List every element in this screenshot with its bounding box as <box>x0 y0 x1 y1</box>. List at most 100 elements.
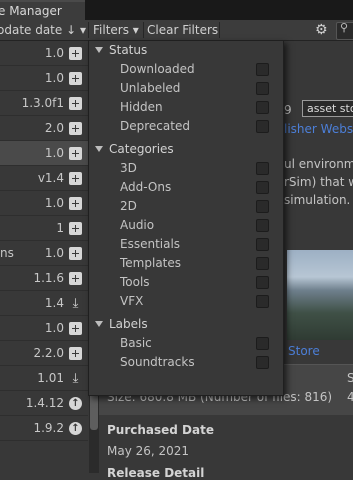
toolbar: odate date ↓ ▾ Filters ▾ Clear Filters ⚙… <box>0 20 353 41</box>
filter-option[interactable]: Essentials <box>89 235 283 254</box>
toolbar-separator <box>219 22 220 38</box>
add-package-icon[interactable] <box>69 147 82 160</box>
package-row[interactable]: 1.0 <box>0 316 88 341</box>
download-icon[interactable]: ⤓ <box>69 372 82 385</box>
filter-option[interactable]: Deprecated <box>89 117 283 136</box>
filter-checkbox[interactable] <box>256 356 269 369</box>
filter-section-status[interactable]: Status <box>89 41 283 60</box>
filter-option[interactable]: VFX <box>89 292 283 311</box>
filter-option[interactable]: Audio <box>89 216 283 235</box>
add-package-icon[interactable] <box>69 197 82 210</box>
filter-checkbox[interactable] <box>256 82 269 95</box>
add-package-icon[interactable] <box>69 97 82 110</box>
package-row[interactable]: 1 <box>0 216 88 241</box>
filter-option-label: Hidden <box>120 100 163 114</box>
add-package-icon[interactable] <box>69 247 82 260</box>
filter-option-label: Templates <box>120 256 182 270</box>
window-tab-title: e Manager <box>0 4 62 18</box>
expand-arrow-icon[interactable] <box>95 321 103 327</box>
filter-option-label: VFX <box>120 294 144 308</box>
package-version: 1.1.6 <box>33 271 64 285</box>
purchased-date-value: May 26, 2021 <box>107 444 190 458</box>
window-tab[interactable]: e Manager <box>0 0 85 20</box>
filter-option[interactable]: Basic <box>89 334 283 353</box>
filter-option[interactable]: Tools <box>89 273 283 292</box>
package-screenshot[interactable] <box>287 250 353 340</box>
package-row[interactable]: 1.1.6 <box>0 266 88 291</box>
sort-dropdown[interactable]: odate date ↓ ▾ <box>0 20 86 40</box>
filter-option-label: Tools <box>120 275 150 289</box>
asset-store-button[interactable]: asset sto <box>302 100 353 117</box>
filter-option[interactable]: 3D <box>89 159 283 178</box>
add-package-icon[interactable] <box>69 222 82 235</box>
view-in-store-link[interactable]: Store <box>288 344 320 358</box>
package-row[interactable]: 1.4.12 ↑ <box>0 391 88 416</box>
filter-checkbox[interactable] <box>256 101 269 114</box>
filter-option[interactable]: Soundtracks <box>89 353 283 372</box>
filter-checkbox[interactable] <box>256 181 269 194</box>
description-line: simulation. <box>284 193 351 207</box>
update-available-icon[interactable]: ↑ <box>69 397 82 410</box>
add-package-icon[interactable] <box>69 72 82 85</box>
package-row[interactable]: v1.4 <box>0 166 88 191</box>
package-version: 1 <box>56 221 64 235</box>
toolbar-separator <box>143 22 144 38</box>
package-row[interactable]: 1.0 <box>0 141 88 166</box>
filter-option[interactable]: 2D <box>89 197 283 216</box>
add-package-icon[interactable] <box>69 172 82 185</box>
package-row[interactable]: 1.0 <box>0 41 88 66</box>
filter-checkbox[interactable] <box>256 200 269 213</box>
add-package-icon[interactable] <box>69 347 82 360</box>
package-name: ns <box>0 246 14 260</box>
filter-option-label: Audio <box>120 218 155 232</box>
expand-arrow-icon[interactable] <box>95 47 103 53</box>
filter-option[interactable]: Hidden <box>89 98 283 117</box>
add-package-icon[interactable] <box>69 322 82 335</box>
clear-filters-button[interactable]: Clear Filters <box>147 20 218 40</box>
filter-option[interactable]: Templates <box>89 254 283 273</box>
filter-checkbox[interactable] <box>256 162 269 175</box>
package-row[interactable]: 2.0 <box>0 116 88 141</box>
filter-option-label: Soundtracks <box>120 355 195 369</box>
filter-section-title: Categories <box>109 142 174 156</box>
filter-checkbox[interactable] <box>256 63 269 76</box>
filter-option[interactable]: Downloaded <box>89 60 283 79</box>
filter-checkbox[interactable] <box>256 337 269 350</box>
filter-checkbox[interactable] <box>256 257 269 270</box>
package-row[interactable]: ns 1.0 <box>0 241 88 266</box>
search-field[interactable]: ⚲ <box>336 21 353 40</box>
package-row[interactable]: 1.4 ⤓ <box>0 291 88 316</box>
filter-checkbox[interactable] <box>256 238 269 251</box>
expand-arrow-icon[interactable] <box>95 146 103 152</box>
package-row[interactable]: 1.3.0f1 <box>0 91 88 116</box>
add-package-icon[interactable] <box>69 122 82 135</box>
details-version: 9 <box>284 103 292 117</box>
filter-checkbox[interactable] <box>256 120 269 133</box>
description-line: ul environme <box>284 157 353 171</box>
filter-option[interactable]: Unlabeled <box>89 79 283 98</box>
filter-checkbox[interactable] <box>256 295 269 308</box>
package-row[interactable]: 1.0 <box>0 66 88 91</box>
release-details-label: Release Detail <box>107 466 205 480</box>
filter-option-label: 2D <box>120 199 137 213</box>
package-row[interactable]: 1.01 ⤓ <box>0 366 88 391</box>
package-version: 1.0 <box>44 246 64 260</box>
publisher-website-link[interactable]: lisher Websi <box>284 122 353 136</box>
filter-section-labels[interactable]: Labels <box>89 315 283 334</box>
package-row[interactable]: 1.9.2 ↑ <box>0 416 88 441</box>
update-available-icon[interactable]: ↑ <box>69 422 82 435</box>
filter-checkbox[interactable] <box>256 276 269 289</box>
filter-option-label: Add-Ons <box>120 180 172 194</box>
package-row[interactable]: 2.2.0 <box>0 341 88 366</box>
filters-dropdown[interactable]: Filters ▾ <box>93 20 139 40</box>
list-scrollbar-thumb[interactable] <box>90 390 98 430</box>
gear-icon[interactable]: ⚙ <box>315 20 328 40</box>
download-icon[interactable]: ⤓ <box>69 297 82 310</box>
add-package-icon[interactable] <box>69 272 82 285</box>
filter-option[interactable]: Add-Ons <box>89 178 283 197</box>
package-row[interactable]: 1.0 <box>0 191 88 216</box>
add-package-icon[interactable] <box>69 47 82 60</box>
filter-section-categories[interactable]: Categories <box>89 140 283 159</box>
filter-checkbox[interactable] <box>256 219 269 232</box>
package-version: 2.0 <box>44 121 64 135</box>
